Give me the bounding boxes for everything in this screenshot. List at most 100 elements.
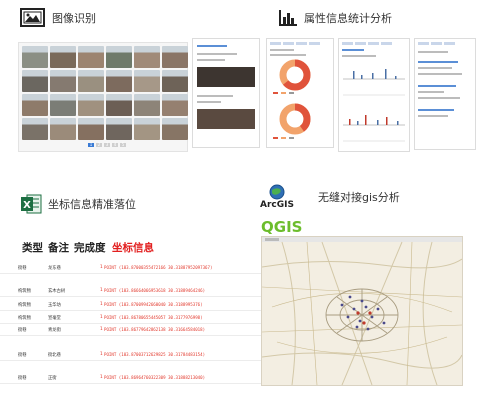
stats-panel-scatter <box>338 38 410 152</box>
cell-type: 街巷 <box>18 266 27 271</box>
cell-count: 1 <box>100 375 103 380</box>
detail-panel-tabs <box>197 45 227 47</box>
arcgis-logo: ArcGIS <box>260 184 294 210</box>
photo-thumbnail[interactable] <box>162 94 188 116</box>
panel-tabs <box>418 42 455 45</box>
photo-thumbnail[interactable] <box>50 70 76 92</box>
photo-thumbnail[interactable] <box>162 70 188 92</box>
cell-name: 正街 <box>48 376 57 381</box>
panel-line <box>418 97 460 99</box>
cell-type: 街巷 <box>18 353 27 358</box>
scatter-charts <box>343 69 405 142</box>
page-button[interactable]: 5 <box>120 143 126 147</box>
photo-thumbnail[interactable] <box>106 118 132 140</box>
cell-type: 街巷 <box>18 376 27 381</box>
page-button[interactable]: 1 <box>88 143 94 147</box>
cell-count: 1 <box>100 265 103 270</box>
image-recognition-header: 图像识别 <box>20 8 96 28</box>
image-icon <box>20 8 45 27</box>
photo-thumbnail[interactable] <box>78 70 104 92</box>
cell-name: 龙东巷 <box>48 266 61 271</box>
statistics-header: 属性信息统计分析 <box>278 9 392 27</box>
cell-name: 街北巷 <box>48 353 61 358</box>
cell-type: 街巷 <box>18 328 27 333</box>
photo-thumbnail[interactable] <box>50 118 76 140</box>
panel-line <box>418 61 458 63</box>
header-remark: 备注 <box>48 242 69 254</box>
photo-thumbnail[interactable] <box>162 46 188 68</box>
photo-thumbnail[interactable] <box>78 46 104 68</box>
row-divider <box>0 323 262 324</box>
photo-thumbnail[interactable] <box>106 94 132 116</box>
header-completion: 完成度 <box>74 242 106 254</box>
cell-point: POINT (103.87003712629825 30.31784483154… <box>104 352 206 357</box>
panel-line <box>418 115 448 117</box>
row-divider <box>0 335 262 336</box>
cell-name: 玄木古树 <box>48 289 66 294</box>
detail-line <box>197 95 233 97</box>
photo-gallery <box>18 42 188 152</box>
panel-tabs <box>270 42 320 45</box>
photo-thumbnail[interactable] <box>134 118 160 140</box>
panel-tabs <box>342 42 392 45</box>
photo-thumbnail[interactable] <box>22 118 48 140</box>
page-button[interactable]: 3 <box>104 143 110 147</box>
header-coordinates: 坐标信息 <box>112 242 154 254</box>
cell-point: POINT (103.86779642862138 30.31664584018… <box>104 327 206 332</box>
page-button[interactable]: 2 <box>96 143 102 147</box>
statistics-section: 属性信息统计分析 <box>240 0 479 190</box>
photo-thumbnail[interactable] <box>22 46 48 68</box>
panel-line <box>270 49 294 51</box>
arcgis-label: ArcGIS <box>260 200 294 210</box>
cell-point: POINT (103.86664066953618 30.31889464246… <box>104 288 206 293</box>
statistics-title: 属性信息统计分析 <box>304 12 392 25</box>
cell-point: POINT (103.86964760322309 30.31888213040… <box>104 375 206 380</box>
cell-name: 宣毫堂 <box>48 316 61 321</box>
cell-count: 1 <box>100 302 103 307</box>
photo-thumbnail[interactable] <box>78 94 104 116</box>
photo-thumbnail[interactable] <box>50 46 76 68</box>
photo-thumbnail[interactable] <box>50 94 76 116</box>
cell-count: 1 <box>100 352 103 357</box>
detail-line <box>197 53 237 55</box>
photo-thumbnail[interactable] <box>162 118 188 140</box>
photo-thumbnail[interactable] <box>22 94 48 116</box>
stats-panel-pies <box>266 38 334 148</box>
header-type: 类型 <box>22 242 43 254</box>
cell-point: POINT (103.87000355472166 30.31887952097… <box>104 265 213 270</box>
svg-text:X: X <box>23 200 31 211</box>
row-divider <box>0 296 262 297</box>
gis-header: ArcGIS 无缝对接gis分析 <box>260 184 400 210</box>
cell-type: 构筑物 <box>18 289 31 294</box>
panel-line <box>418 85 456 87</box>
panel-line <box>418 51 448 53</box>
row-divider <box>0 273 262 274</box>
photo-grid <box>22 46 188 140</box>
pie-charts <box>273 59 311 139</box>
detail-line <box>197 101 221 103</box>
photo-thumbnail[interactable] <box>106 46 132 68</box>
photo-thumbnail[interactable] <box>134 46 160 68</box>
page-button[interactable]: 4 <box>112 143 118 147</box>
photo-thumbnail[interactable] <box>106 70 132 92</box>
gis-title: 无缝对接gis分析 <box>317 191 400 204</box>
cell-count: 1 <box>100 288 103 293</box>
photo-thumbnail[interactable] <box>134 94 160 116</box>
cell-count: 1 <box>100 315 103 320</box>
row-divider <box>0 383 262 384</box>
cell-type: 构筑物 <box>18 316 31 321</box>
cell-point: POINT (103.87009942660040 30.3188995376) <box>104 302 203 307</box>
panel-line <box>270 54 306 56</box>
globe-icon <box>269 184 285 200</box>
coordinates-title: 坐标信息精准落位 <box>48 198 136 211</box>
photo-thumbnail[interactable] <box>134 70 160 92</box>
road-network-map[interactable] <box>262 237 462 385</box>
gis-map[interactable] <box>261 236 463 386</box>
photo-thumbnail[interactable] <box>78 118 104 140</box>
cell-point: POINT (103.86780655445057 30.3177976998) <box>104 315 203 320</box>
detail-line <box>197 59 225 61</box>
row-divider <box>0 310 262 311</box>
photo-thumbnail[interactable] <box>22 70 48 92</box>
row-divider <box>0 360 262 361</box>
cell-name: 玉华坊 <box>48 303 61 308</box>
